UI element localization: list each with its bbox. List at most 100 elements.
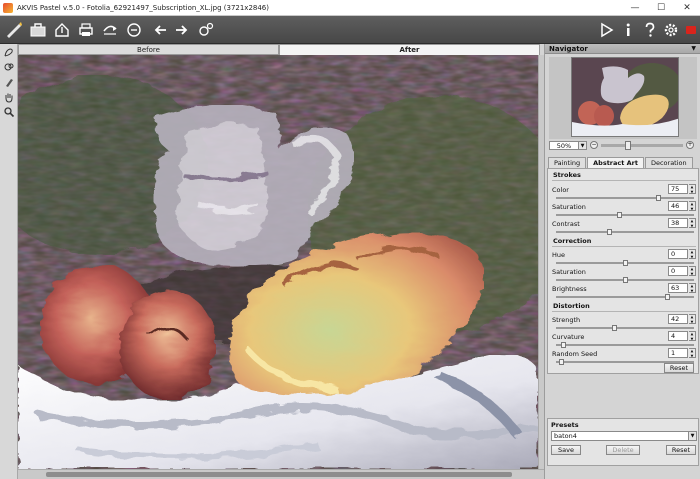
param-slider[interactable] [556,231,694,233]
tab-abstract-art[interactable]: Abstract Art [587,157,644,168]
param-slider[interactable] [556,344,694,346]
tab-after[interactable]: After [279,44,540,55]
param-label: Brightness [552,285,587,293]
record-icon[interactable] [681,20,700,40]
param-value-input[interactable]: 0 [668,266,688,276]
spinner-icon[interactable]: ▲ ▼ [689,314,696,324]
navigator-thumbnail[interactable] [571,57,679,137]
slider-knob[interactable] [558,359,564,365]
distortion-group-title: Distortion [553,302,590,310]
zoom-slider[interactable] [601,140,683,150]
param-label: Curvature [552,333,585,341]
preset-select[interactable]: baton4 ▼ [551,431,697,441]
param-value-input[interactable]: 4 [668,331,688,341]
param-label: Strength [552,316,581,324]
slider-knob[interactable] [665,294,671,300]
print-icon[interactable] [76,20,96,40]
settings-icon[interactable] [661,20,681,40]
spinner-icon[interactable]: ▲ ▼ [689,184,696,194]
preset-selected: baton4 [554,432,577,440]
navigator-header: Navigator ▼ [545,44,700,54]
redo-icon[interactable] [172,20,192,40]
save-preset-button[interactable]: Save [551,445,581,455]
settings-tabs: Painting Abstract Art Decoration [548,157,698,168]
param-slider[interactable] [556,214,694,216]
image-canvas[interactable] [18,55,538,469]
param-value-input[interactable]: 0 [668,249,688,259]
param-slider[interactable] [556,296,694,298]
zoom-icon[interactable] [0,104,18,119]
param-label: Color [552,186,569,194]
eraser-icon[interactable] [0,59,18,74]
zoom-value[interactable]: 50% [549,140,579,150]
hand-icon[interactable] [0,89,18,104]
presets-title: Presets [551,421,579,429]
zoom-row: 50% ▼ − + [549,140,697,150]
tool-column [0,44,18,479]
akvis-logo-icon[interactable] [4,20,24,40]
settings-panel: Strokes Color 75 ▲ ▼ Saturation 46 ▲ ▼ Con… [547,168,699,374]
zoom-dropdown-icon[interactable]: ▼ [579,140,587,150]
zoom-slider-knob[interactable] [625,140,631,150]
run-icon[interactable] [596,20,616,40]
spinner-icon[interactable]: ▲ ▼ [689,218,696,228]
param-curvature: Curvature 4 ▲ ▼ [552,331,696,348]
presets-panel: Presets baton4 ▼ Save Delete Reset [547,418,699,466]
spinner-icon[interactable]: ▲ ▼ [689,201,696,211]
brush-icon[interactable] [0,74,18,89]
undo-icon[interactable] [150,20,170,40]
pencil-icon[interactable] [0,44,18,59]
save-icon[interactable] [52,20,72,40]
open-icon[interactable] [28,20,48,40]
delete-preset-button[interactable]: Delete [606,445,640,455]
param-label: Hue [552,251,566,259]
zoom-in-button[interactable]: + [686,141,694,149]
zoom-out-button[interactable]: − [590,141,598,149]
correction-group-title: Correction [553,237,592,245]
spinner-icon[interactable]: ▲ ▼ [689,249,696,259]
slider-knob[interactable] [606,229,612,235]
spinner-icon[interactable]: ▲ ▼ [689,266,696,276]
info-icon[interactable] [618,20,638,40]
param-value-input[interactable]: 38 [668,218,688,228]
tab-before[interactable]: Before [18,44,279,55]
spinner-icon[interactable]: ▲ ▼ [689,348,696,358]
collapse-icon[interactable]: ▼ [691,44,696,54]
scrollbar-thumb[interactable] [46,472,512,477]
batch-icon[interactable] [196,20,216,40]
tab-decoration[interactable]: Decoration [644,157,693,168]
param-correction-saturation: Saturation 0 ▲ ▼ [552,266,696,283]
param-label: Contrast [552,220,580,228]
param-value-input[interactable]: 1 [668,348,688,358]
param-label: Saturation [552,203,586,211]
param-saturation: Saturation 46 ▲ ▼ [552,201,696,218]
divider [552,180,696,181]
maximize-button[interactable]: ☐ [648,0,674,16]
divider [552,311,696,312]
navigator-title: Navigator [549,45,588,53]
tab-painting[interactable]: Painting [548,157,587,168]
param-value-input[interactable]: 63 [668,283,688,293]
title-bar: AKVIS Pastel v.5.0 - Fotolia_62921497_Su… [0,0,700,16]
divider [552,246,696,247]
param-value-input[interactable]: 42 [668,314,688,324]
help-icon[interactable] [640,20,660,40]
param-value-input[interactable]: 75 [668,184,688,194]
reset-settings-button[interactable]: Reset [664,363,694,373]
close-button[interactable]: ✕ [674,0,700,16]
app-icon [3,2,13,13]
chevron-down-icon[interactable]: ▼ [688,432,696,440]
param-slider[interactable] [556,197,694,199]
share-social-icon[interactable] [124,20,144,40]
spinner-icon[interactable]: ▲ ▼ [689,283,696,293]
param-brightness: Brightness 63 ▲ ▼ [552,283,696,300]
param-color: Color 75 ▲ ▼ [552,184,696,201]
reset-preset-button[interactable]: Reset [666,445,696,455]
share-icon[interactable] [100,20,120,40]
param-strength: Strength 42 ▲ ▼ [552,314,696,331]
spinner-icon[interactable]: ▲ ▼ [689,331,696,341]
horizontal-scrollbar[interactable] [18,469,544,479]
param-slider[interactable] [556,327,694,329]
minimize-button[interactable]: — [622,0,648,16]
param-value-input[interactable]: 46 [668,201,688,211]
